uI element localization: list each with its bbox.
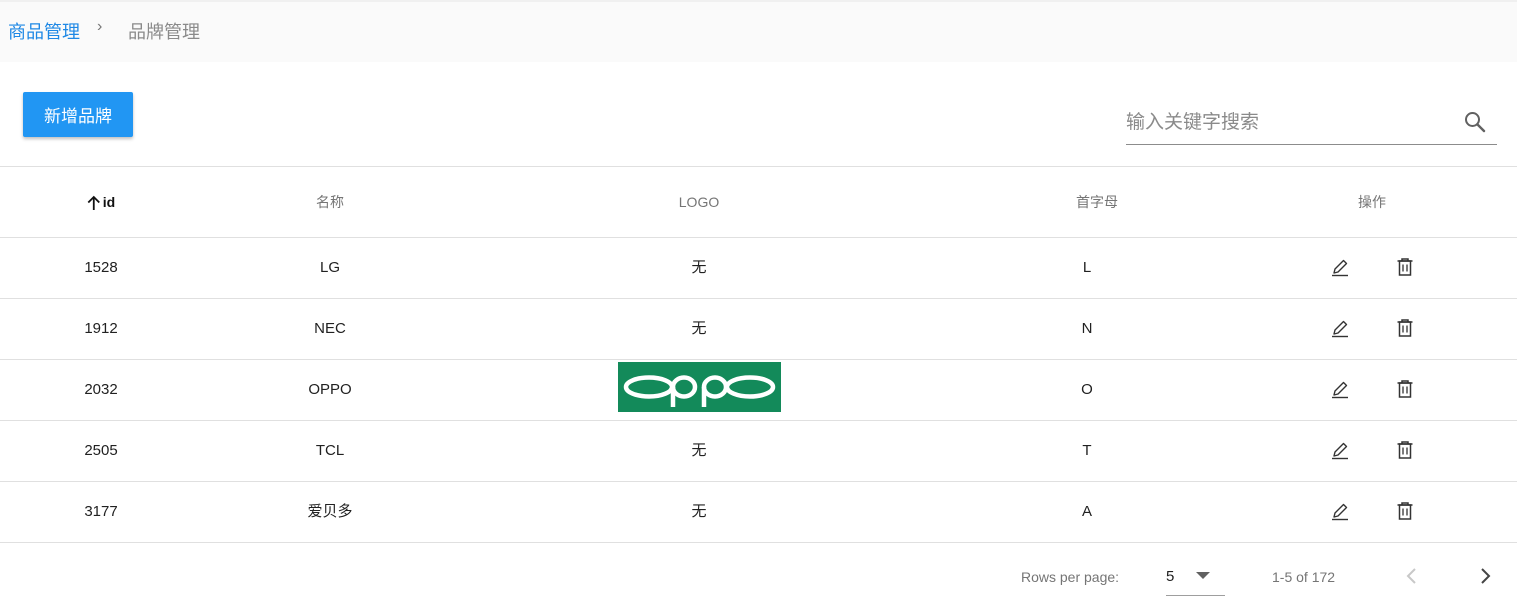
- cell-letter: O: [1081, 381, 1093, 398]
- cell-id: 2505: [84, 442, 118, 459]
- breadcrumb-current: 品牌管理: [128, 22, 200, 42]
- cell-letter: A: [1081, 503, 1093, 520]
- delete-icon[interactable]: [1394, 378, 1416, 400]
- rows-per-page-select[interactable]: 5: [1166, 558, 1225, 596]
- oppo-logo-image: [618, 362, 781, 412]
- cell-name: 爱贝多: [307, 503, 353, 520]
- table-row: 1912 NEC 无 N: [0, 299, 1517, 360]
- cell-id: 2032: [84, 381, 118, 398]
- table-row: 2032 OPPO O: [0, 360, 1517, 421]
- table-header: id 名称 LOGO 首字母 操作: [0, 167, 1517, 238]
- cell-logo: 无: [691, 442, 707, 459]
- cell-logo: 无: [691, 503, 707, 520]
- cell-name: OPPO: [308, 381, 352, 398]
- cell-letter: L: [1082, 259, 1092, 276]
- header-id[interactable]: id: [87, 167, 115, 237]
- cell-id: 3177: [84, 503, 118, 520]
- cell-name: NEC: [314, 320, 346, 337]
- table-row: 3177 爱贝多 无 A: [0, 482, 1517, 543]
- header-id-label: id: [102, 194, 116, 210]
- delete-icon[interactable]: [1394, 256, 1416, 278]
- table-row: 2505 TCL 无 T: [0, 421, 1517, 482]
- cell-id: 1912: [84, 320, 118, 337]
- arrow-up-icon: [87, 196, 100, 211]
- delete-icon[interactable]: [1394, 500, 1416, 522]
- cell-logo: 无: [691, 320, 707, 337]
- caret-down-icon: [1196, 572, 1210, 579]
- edit-icon[interactable]: [1329, 500, 1351, 522]
- cell-name: LG: [319, 259, 341, 276]
- page-range: 1-5 of 172: [1272, 569, 1336, 585]
- header-actions: 操作: [1358, 194, 1386, 210]
- edit-icon[interactable]: [1329, 317, 1351, 339]
- header-letter[interactable]: 首字母: [1076, 167, 1118, 237]
- delete-icon[interactable]: [1394, 317, 1416, 339]
- search-field: [1126, 104, 1497, 145]
- breadcrumb-parent-link[interactable]: 商品管理: [8, 18, 80, 44]
- pagination: Rows per page: 5 1-5 of 172: [0, 542, 1517, 603]
- cell-letter: N: [1081, 320, 1093, 337]
- table-row: 1528 LG 无 L: [0, 238, 1517, 299]
- brand-management-page: 商品管理 › 品牌管理 新增品牌 id 名称 LOGO 首字母 操作: [0, 0, 1517, 603]
- search-icon[interactable]: [1463, 110, 1487, 134]
- breadcrumb-separator-icon: ›: [97, 18, 103, 35]
- header-logo[interactable]: LOGO: [679, 167, 719, 237]
- rows-per-page-value: 5: [1166, 568, 1175, 585]
- cell-logo: 无: [691, 259, 707, 276]
- cell-name: TCL: [315, 442, 345, 459]
- cell-id: 1528: [84, 259, 118, 276]
- search-input[interactable]: [1126, 108, 1446, 138]
- cell-letter: T: [1082, 442, 1092, 459]
- chevron-right-icon[interactable]: [1473, 564, 1497, 588]
- header-name[interactable]: 名称: [316, 167, 344, 237]
- delete-icon[interactable]: [1394, 439, 1416, 461]
- edit-icon[interactable]: [1329, 378, 1351, 400]
- breadcrumb: 商品管理 › 品牌管理: [0, 0, 1517, 62]
- rows-per-page-label: Rows per page:: [1021, 569, 1120, 585]
- chevron-left-icon[interactable]: [1400, 564, 1424, 588]
- add-brand-button[interactable]: 新增品牌: [23, 92, 133, 137]
- edit-icon[interactable]: [1329, 256, 1351, 278]
- brand-table: id 名称 LOGO 首字母 操作 1528 LG 无 L 1912 NEC 无…: [0, 166, 1517, 543]
- edit-icon[interactable]: [1329, 439, 1351, 461]
